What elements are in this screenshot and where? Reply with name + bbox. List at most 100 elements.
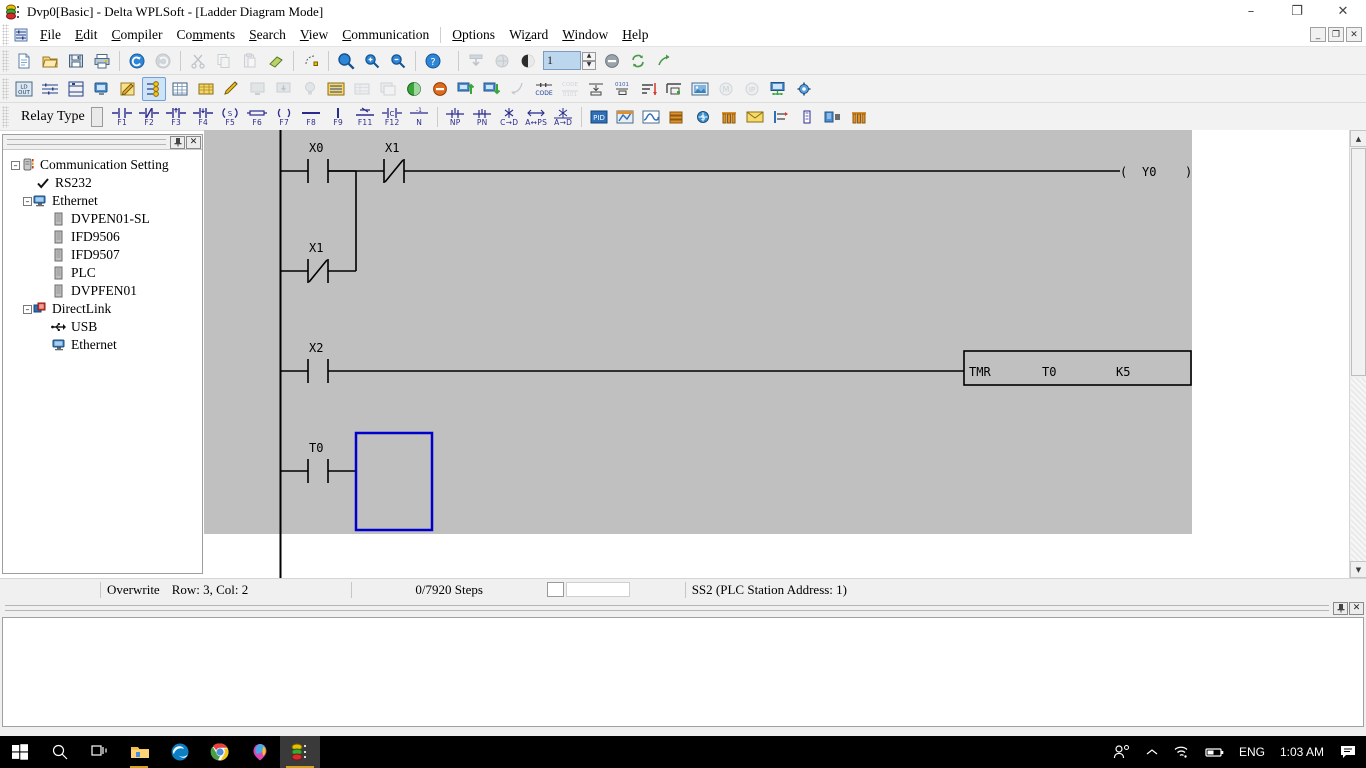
expander-icon[interactable]: – bbox=[23, 304, 32, 314]
refresh-button[interactable] bbox=[626, 49, 650, 73]
output-coil-button[interactable]: F7 bbox=[272, 104, 297, 130]
download-to-plc-button[interactable] bbox=[464, 49, 488, 73]
zoom-in-button[interactable] bbox=[360, 49, 384, 73]
menu-options[interactable]: Options bbox=[445, 25, 502, 45]
battery-icon[interactable] bbox=[1198, 736, 1232, 768]
chevron-up-icon[interactable] bbox=[1138, 736, 1166, 768]
menu-wizard[interactable]: Wizard bbox=[502, 25, 555, 45]
gauge-button[interactable] bbox=[795, 105, 819, 129]
plc-to-pc-button[interactable] bbox=[480, 77, 504, 101]
code-compile-button[interactable]: CODE bbox=[532, 77, 556, 101]
waveform-button[interactable] bbox=[639, 105, 663, 129]
tree-node-directlink[interactable]: – DirectLink bbox=[7, 300, 198, 318]
falling-contact-button[interactable]: F4 bbox=[191, 104, 216, 130]
mail-button[interactable] bbox=[743, 105, 767, 129]
edge-button[interactable] bbox=[160, 736, 200, 768]
register-table-button[interactable] bbox=[168, 77, 192, 101]
step-button[interactable] bbox=[769, 105, 793, 129]
tree-node-ifd9507[interactable]: IFD9507 bbox=[7, 246, 198, 264]
np-contact-button[interactable]: -1 N bbox=[407, 104, 432, 130]
sfc-button[interactable] bbox=[64, 77, 88, 101]
scroll-up-button[interactable]: ▲ bbox=[1350, 130, 1366, 147]
tree-node-ifd9506[interactable]: IFD9506 bbox=[7, 228, 198, 246]
stop-monitor-button[interactable] bbox=[600, 49, 624, 73]
redo-button[interactable] bbox=[151, 49, 175, 73]
relay-type-dropdown[interactable] bbox=[90, 106, 103, 127]
instruction-list-button[interactable] bbox=[38, 77, 62, 101]
tree-node-plc[interactable]: PLC bbox=[7, 264, 198, 282]
wplsoft-button[interactable] bbox=[280, 736, 320, 768]
help-button[interactable]: ? bbox=[421, 49, 445, 73]
step-spinner[interactable]: 1 ▲ ▼ bbox=[543, 51, 596, 70]
file-explorer-button[interactable] bbox=[120, 736, 160, 768]
tree-node-dvpen01-sl[interactable]: DVPEN01-SL bbox=[7, 210, 198, 228]
copy-button[interactable] bbox=[212, 49, 236, 73]
scroll-track[interactable] bbox=[1351, 378, 1366, 561]
output-close-button[interactable]: ✕ bbox=[1349, 601, 1364, 615]
no-contact-button[interactable]: F1 bbox=[110, 104, 135, 130]
plc-read-button[interactable] bbox=[246, 77, 270, 101]
set-coil-button[interactable]: S F5 bbox=[218, 104, 243, 130]
chart-button[interactable] bbox=[613, 105, 637, 129]
code-list-button[interactable]: CODE 0101 bbox=[558, 77, 582, 101]
start-button[interactable] bbox=[0, 736, 40, 768]
sort-button[interactable] bbox=[636, 77, 660, 101]
copy-screen-button[interactable] bbox=[376, 77, 400, 101]
notification-icon[interactable] bbox=[1332, 736, 1364, 768]
save-button[interactable] bbox=[64, 49, 88, 73]
toolbar-grip[interactable] bbox=[2, 49, 9, 72]
tree-node-directlink-ethernet[interactable]: Ethernet bbox=[7, 336, 198, 354]
clock[interactable]: 1:03 AM bbox=[1272, 745, 1332, 759]
tree-panel-drag-bar[interactable] bbox=[7, 139, 166, 145]
columns-button[interactable] bbox=[717, 105, 741, 129]
output-panel-body[interactable] bbox=[2, 617, 1364, 727]
rising-contact-button[interactable]: F3 bbox=[164, 104, 189, 130]
print-button[interactable] bbox=[90, 49, 114, 73]
close-button[interactable]: ✕ bbox=[1320, 0, 1366, 23]
step-value-input[interactable]: 1 bbox=[543, 51, 581, 70]
close-panel-button[interactable]: ✕ bbox=[186, 135, 201, 149]
plc-write-button[interactable] bbox=[272, 77, 296, 101]
undo-button[interactable] bbox=[125, 49, 149, 73]
spinner-up-button[interactable]: ▲ bbox=[582, 51, 596, 61]
expander-icon[interactable]: – bbox=[23, 196, 32, 206]
compass-button[interactable]: S bbox=[691, 105, 715, 129]
marker-button[interactable] bbox=[220, 77, 244, 101]
scroll-thumb[interactable] bbox=[1351, 148, 1366, 376]
menu-comments[interactable]: Comments bbox=[170, 25, 243, 45]
toolbar-grip[interactable] bbox=[2, 77, 9, 100]
menu-compiler[interactable]: Compiler bbox=[105, 25, 170, 45]
a-to-ps-button[interactable]: A↔PS bbox=[524, 104, 549, 130]
inverse-contact-button[interactable]: C F12 bbox=[380, 104, 405, 130]
menu-drag-grip[interactable] bbox=[2, 23, 9, 46]
pc-to-plc-button[interactable] bbox=[454, 77, 478, 101]
coil-button[interactable]: F6 bbox=[245, 104, 270, 130]
image-button[interactable] bbox=[688, 77, 712, 101]
comment-edit-button[interactable] bbox=[90, 77, 114, 101]
device-comment-button[interactable] bbox=[194, 77, 218, 101]
ladder-view-toggle-button[interactable] bbox=[299, 49, 323, 73]
menu-view[interactable]: View bbox=[293, 25, 335, 45]
cut-button[interactable] bbox=[186, 49, 210, 73]
align-button[interactable] bbox=[662, 77, 686, 101]
vertical-line-button[interactable]: F9 bbox=[326, 104, 351, 130]
run-chart-button[interactable] bbox=[821, 105, 845, 129]
maximize-button[interactable]: ❐ bbox=[1274, 0, 1320, 23]
table-edit-button[interactable] bbox=[350, 77, 374, 101]
a-to-d-button[interactable]: A→D bbox=[551, 104, 576, 130]
np-instruction-button[interactable]: NP bbox=[443, 104, 468, 130]
new-file-button[interactable] bbox=[12, 49, 36, 73]
ladder-canvas[interactable]: X0 X1 X1 ( Y0 ) X2 TMR T0 K5 T0 bbox=[204, 130, 1349, 578]
ladder-out-button[interactable]: LD OUT bbox=[12, 77, 36, 101]
open-file-button[interactable] bbox=[38, 49, 62, 73]
output-panel-drag-bar[interactable] bbox=[5, 605, 1329, 611]
chrome-button[interactable] bbox=[200, 736, 240, 768]
zoom-out-button[interactable] bbox=[386, 49, 410, 73]
toolbar-grip[interactable] bbox=[2, 105, 9, 128]
mdi-close-button[interactable]: ✕ bbox=[1346, 27, 1362, 42]
ladder-diagram-area[interactable]: X0 X1 X1 ( Y0 ) X2 TMR T0 K5 T0 ▲ ▼ bbox=[204, 130, 1366, 578]
stack-button[interactable] bbox=[665, 105, 689, 129]
zoom-button[interactable] bbox=[334, 49, 358, 73]
search-button[interactable] bbox=[40, 736, 80, 768]
tree-node-communication-setting[interactable]: – Communication Setting bbox=[7, 156, 198, 174]
